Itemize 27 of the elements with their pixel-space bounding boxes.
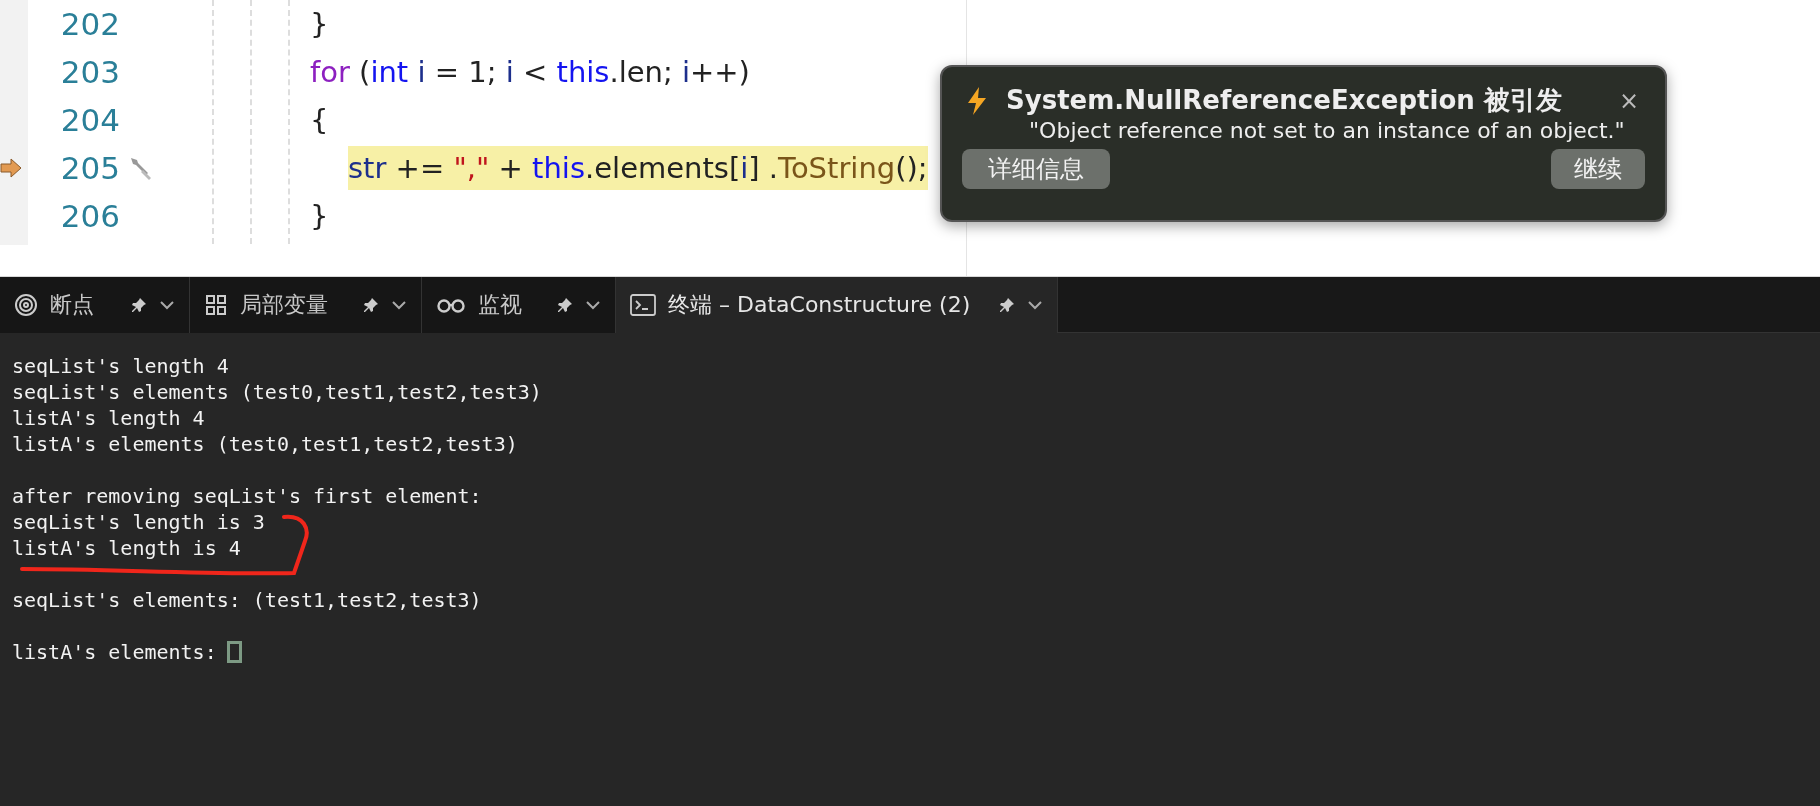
details-button[interactable]: 详细信息 xyxy=(962,149,1110,189)
terminal-line: seqList's elements (test0,test1,test2,test3) xyxy=(12,379,543,405)
panel-tab[interactable]: 局部变量 xyxy=(190,277,422,333)
code-line: } xyxy=(310,6,329,43)
terminal-line: listA's elements (test0,test1,test2,test3) xyxy=(12,431,519,457)
line-number: 206 xyxy=(59,198,120,234)
panel-tab[interactable]: 监视 xyxy=(422,277,616,333)
terminal-line: seqList's length 4 xyxy=(12,353,230,379)
code-line: } xyxy=(310,198,329,235)
line-number: 203 xyxy=(59,54,120,90)
terminal-line: after removing seqList's first element: xyxy=(12,483,483,509)
close-button[interactable]: × xyxy=(1612,86,1645,115)
panel-tab[interactable]: 终端 – DataConstructure (2) xyxy=(616,277,1058,333)
code-line: { xyxy=(310,102,329,139)
exception-message: "Object reference not set to an instance of an object." xyxy=(1029,118,1626,143)
line-number: 202 xyxy=(59,6,120,42)
code-line: for (int i = 1; i < this.len; i++) xyxy=(310,54,750,91)
terminal-line: seqList's length is 3 xyxy=(12,509,266,535)
terminal-line: listA's elements: xyxy=(12,639,1808,665)
line-number: 205 xyxy=(59,150,120,186)
line-number: 204 xyxy=(59,102,120,138)
continue-button[interactable]: 继续 xyxy=(1551,149,1645,189)
exception-title: System.NullReferenceException 被引发 xyxy=(1006,84,1563,117)
terminal-line: listA's length 4 xyxy=(12,405,206,431)
terminal-line: listA's length is 4 xyxy=(12,535,242,561)
terminal-line: seqList's elements: (test1,test2,test3) xyxy=(12,587,483,613)
panel-tab[interactable]: 断点 xyxy=(0,277,190,333)
